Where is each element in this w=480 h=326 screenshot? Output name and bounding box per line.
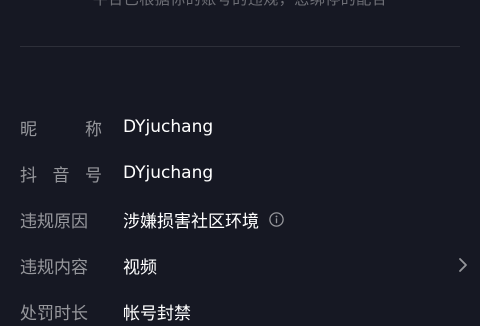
divider: [20, 46, 460, 47]
chevron-right-icon[interactable]: [458, 257, 468, 273]
violation-reason-value: 涉嫌损害社区环境: [123, 211, 259, 232]
douyin-id-label-char: 抖: [20, 165, 37, 186]
douyin-id-row: 抖 音 号 DYjuchang: [20, 158, 470, 188]
penalty-duration-row: 处罚时长 帐号封禁: [20, 296, 470, 326]
violation-reason-label: 违规原因: [20, 211, 88, 232]
nickname-label-char: 称: [85, 119, 102, 140]
violation-content-row[interactable]: 违规内容 视频: [20, 250, 470, 280]
douyin-id-value: DYjuchang: [123, 163, 214, 183]
nickname-value: DYjuchang: [123, 117, 214, 137]
violation-reason-value-wrap: 涉嫌损害社区环境: [123, 207, 284, 232]
violation-reason-row: 违规原因 涉嫌损害社区环境: [20, 204, 470, 234]
douyin-id-label: 抖 音 号: [20, 161, 102, 186]
nickname-label-char: 昵: [20, 119, 37, 140]
violation-content-value: 视频: [123, 257, 157, 278]
douyin-id-label-char: 号: [85, 165, 102, 186]
top-notice: 平台已根据你的账号的违规，您绑停的配合: [0, 0, 480, 9]
info-icon[interactable]: [269, 211, 284, 227]
douyin-id-label-char: 音: [52, 165, 70, 186]
nickname-label: 昵 称: [20, 115, 102, 140]
nickname-row: 昵 称 DYjuchang: [20, 112, 470, 142]
violation-content-label: 违规内容: [20, 257, 88, 278]
